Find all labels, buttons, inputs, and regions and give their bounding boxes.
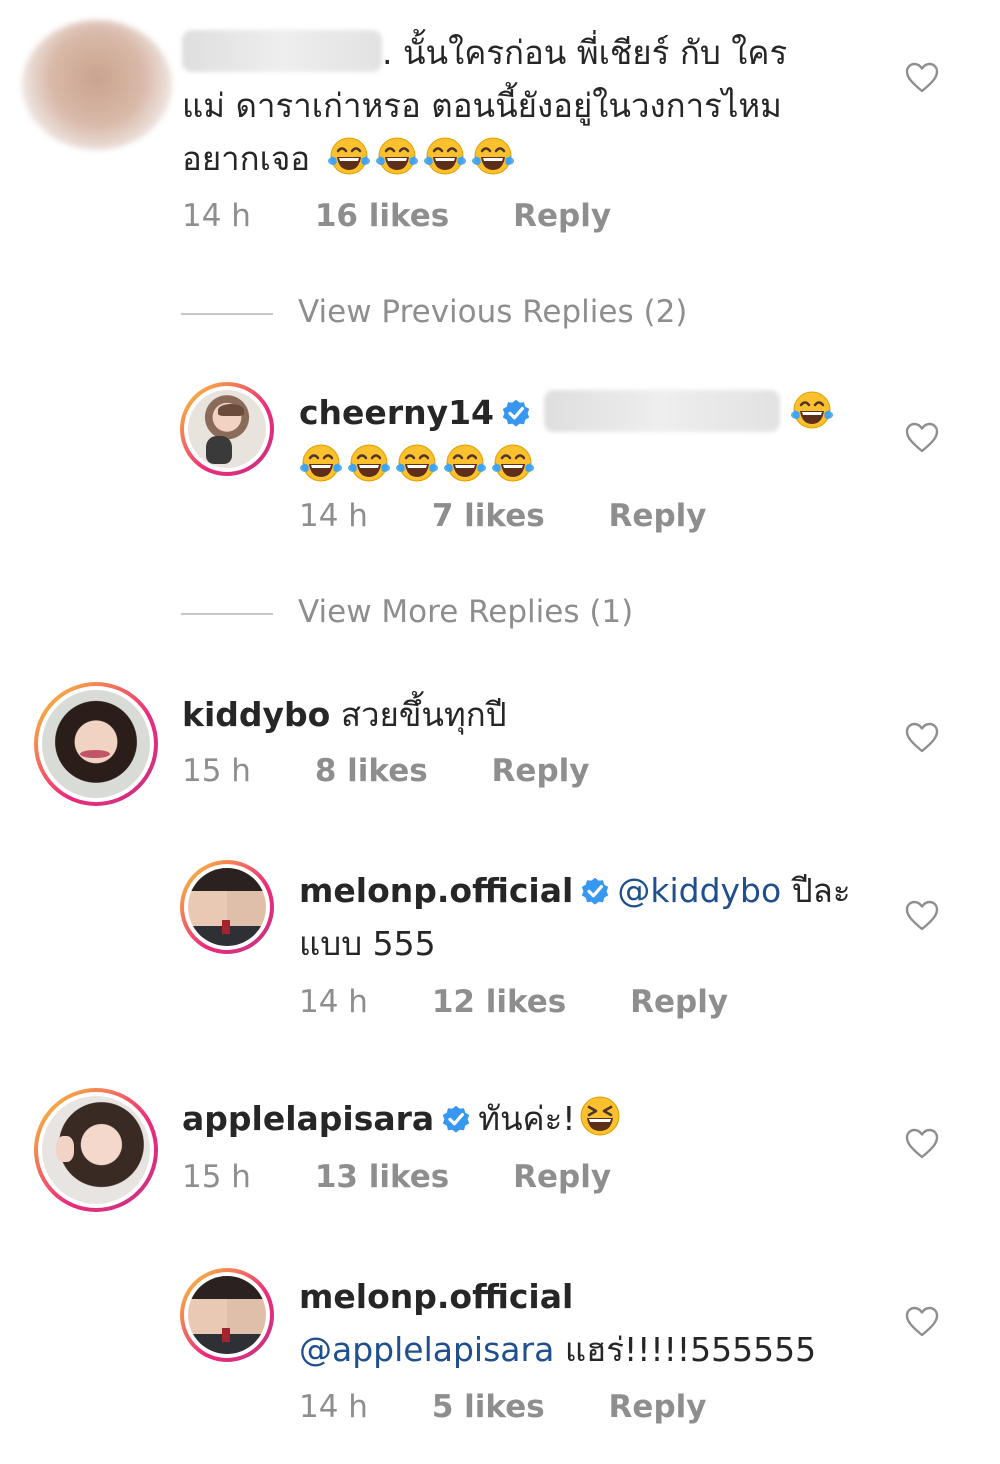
- username[interactable]: kiddybo: [182, 695, 330, 734]
- verified-badge-icon: [579, 875, 611, 907]
- avatar[interactable]: [34, 1088, 158, 1212]
- heart-icon[interactable]: [905, 900, 939, 932]
- verified-badge-icon: [500, 397, 532, 429]
- timestamp: 15 h: [182, 1159, 251, 1195]
- username[interactable]: melonp.official: [299, 871, 573, 910]
- avatar[interactable]: [34, 682, 158, 806]
- likes-count[interactable]: 5 likes: [432, 1389, 545, 1425]
- reply-meta: 14 h 12 likes Reply: [299, 984, 782, 1020]
- comment-body: สวยขึ้นทุกปี: [340, 695, 507, 734]
- redacted-username: [182, 30, 382, 72]
- face-with-tears-of-joy-emoji: [327, 134, 371, 178]
- face-with-tears-of-joy-emoji: [491, 441, 535, 485]
- likes-count[interactable]: 8 likes: [315, 753, 428, 789]
- avatar[interactable]: [180, 382, 274, 476]
- face-with-tears-of-joy-emoji: [347, 441, 391, 485]
- reply-body: ปีละ: [791, 871, 851, 910]
- reply-text: cheerny14: [299, 386, 859, 492]
- comment-meta: 15 h 13 likes Reply: [182, 1159, 665, 1195]
- heart-icon[interactable]: [905, 422, 939, 454]
- likes-count[interactable]: 12 likes: [432, 984, 566, 1020]
- timestamp: 14 h: [299, 1389, 368, 1425]
- comment-meta: 14 h 16 likes Reply: [182, 198, 665, 234]
- mention-link[interactable]: @kiddybo: [617, 871, 781, 910]
- verified-badge-icon: [440, 1103, 472, 1135]
- view-previous-replies-label[interactable]: View Previous Replies (2): [298, 294, 687, 330]
- comment-text-line: แม่ ดาราเก่าหรอ ตอนนี้ยังอยู่ในวงการไหม: [182, 86, 782, 125]
- face-with-tears-of-joy-emoji: [443, 441, 487, 485]
- heart-icon[interactable]: [905, 722, 939, 754]
- view-more-replies-label[interactable]: View More Replies (1): [298, 594, 633, 630]
- timestamp: 15 h: [182, 753, 251, 789]
- reply-body: แฮร่!!!!!555555: [564, 1330, 817, 1369]
- reply-button[interactable]: Reply: [513, 1159, 611, 1195]
- comment-text-line: อยากเจอ: [182, 139, 311, 178]
- avatar[interactable]: [22, 20, 172, 150]
- reply-button[interactable]: Reply: [492, 753, 590, 789]
- reply-body-line: แบบ 555: [299, 924, 436, 963]
- comment-text: applelapisara ทันค่ะ!: [182, 1092, 882, 1145]
- timestamp: 14 h: [299, 498, 368, 534]
- reply-meta: 14 h 7 likes Reply: [299, 498, 760, 534]
- face-with-tears-of-joy-emoji: [471, 134, 515, 178]
- view-more-replies[interactable]: View More Replies (1): [181, 594, 661, 634]
- reply-text: melonp.official @kiddybo ปีละ แบบ 555: [299, 864, 899, 970]
- likes-count[interactable]: 7 likes: [432, 498, 545, 534]
- comment-text-line: . นั้นใครก่อน พี่เชียร์ กับ ใคร: [382, 33, 788, 72]
- face-with-tears-of-joy-emoji: [299, 441, 343, 485]
- timestamp: 14 h: [182, 198, 251, 234]
- face-with-tears-of-joy-emoji: [790, 388, 834, 432]
- divider-line: [181, 313, 273, 315]
- face-with-tears-of-joy-emoji: [395, 441, 439, 485]
- reply-button[interactable]: Reply: [513, 198, 611, 234]
- likes-count[interactable]: 16 likes: [315, 198, 449, 234]
- timestamp: 14 h: [299, 984, 368, 1020]
- username[interactable]: applelapisara: [182, 1099, 434, 1138]
- face-with-tears-of-joy-emoji: [375, 134, 419, 178]
- heart-icon[interactable]: [905, 1128, 939, 1160]
- comment-meta: 15 h 8 likes Reply: [182, 753, 643, 789]
- divider-line: [181, 613, 273, 615]
- avatar[interactable]: [180, 860, 274, 954]
- heart-icon[interactable]: [905, 1306, 939, 1338]
- view-previous-replies[interactable]: View Previous Replies (2): [181, 294, 701, 334]
- username[interactable]: melonp.official: [299, 1270, 899, 1323]
- heart-icon[interactable]: [905, 62, 939, 94]
- grinning-squinting-face-emoji: [578, 1094, 622, 1138]
- username[interactable]: cheerny14: [299, 393, 494, 432]
- avatar[interactable]: [180, 1268, 274, 1362]
- reply-button[interactable]: Reply: [609, 498, 707, 534]
- face-with-tears-of-joy-emoji: [423, 134, 467, 178]
- mention-link[interactable]: @applelapisara: [299, 1330, 554, 1369]
- reply-text: melonp.official @applelapisara แฮร่!!!!!…: [299, 1270, 899, 1376]
- likes-count[interactable]: 13 likes: [315, 1159, 449, 1195]
- comment-text: . นั้นใครก่อน พี่เชียร์ กับ ใคร แม่ ดารา…: [182, 26, 882, 185]
- reply-meta: 14 h 5 likes Reply: [299, 1389, 760, 1425]
- redacted-mention: [544, 390, 781, 432]
- reply-button[interactable]: Reply: [630, 984, 728, 1020]
- reply-button[interactable]: Reply: [609, 1389, 707, 1425]
- comment-body: ทันค่ะ!: [478, 1099, 576, 1138]
- comment-text: kiddybo สวยขึ้นทุกปี: [182, 688, 882, 741]
